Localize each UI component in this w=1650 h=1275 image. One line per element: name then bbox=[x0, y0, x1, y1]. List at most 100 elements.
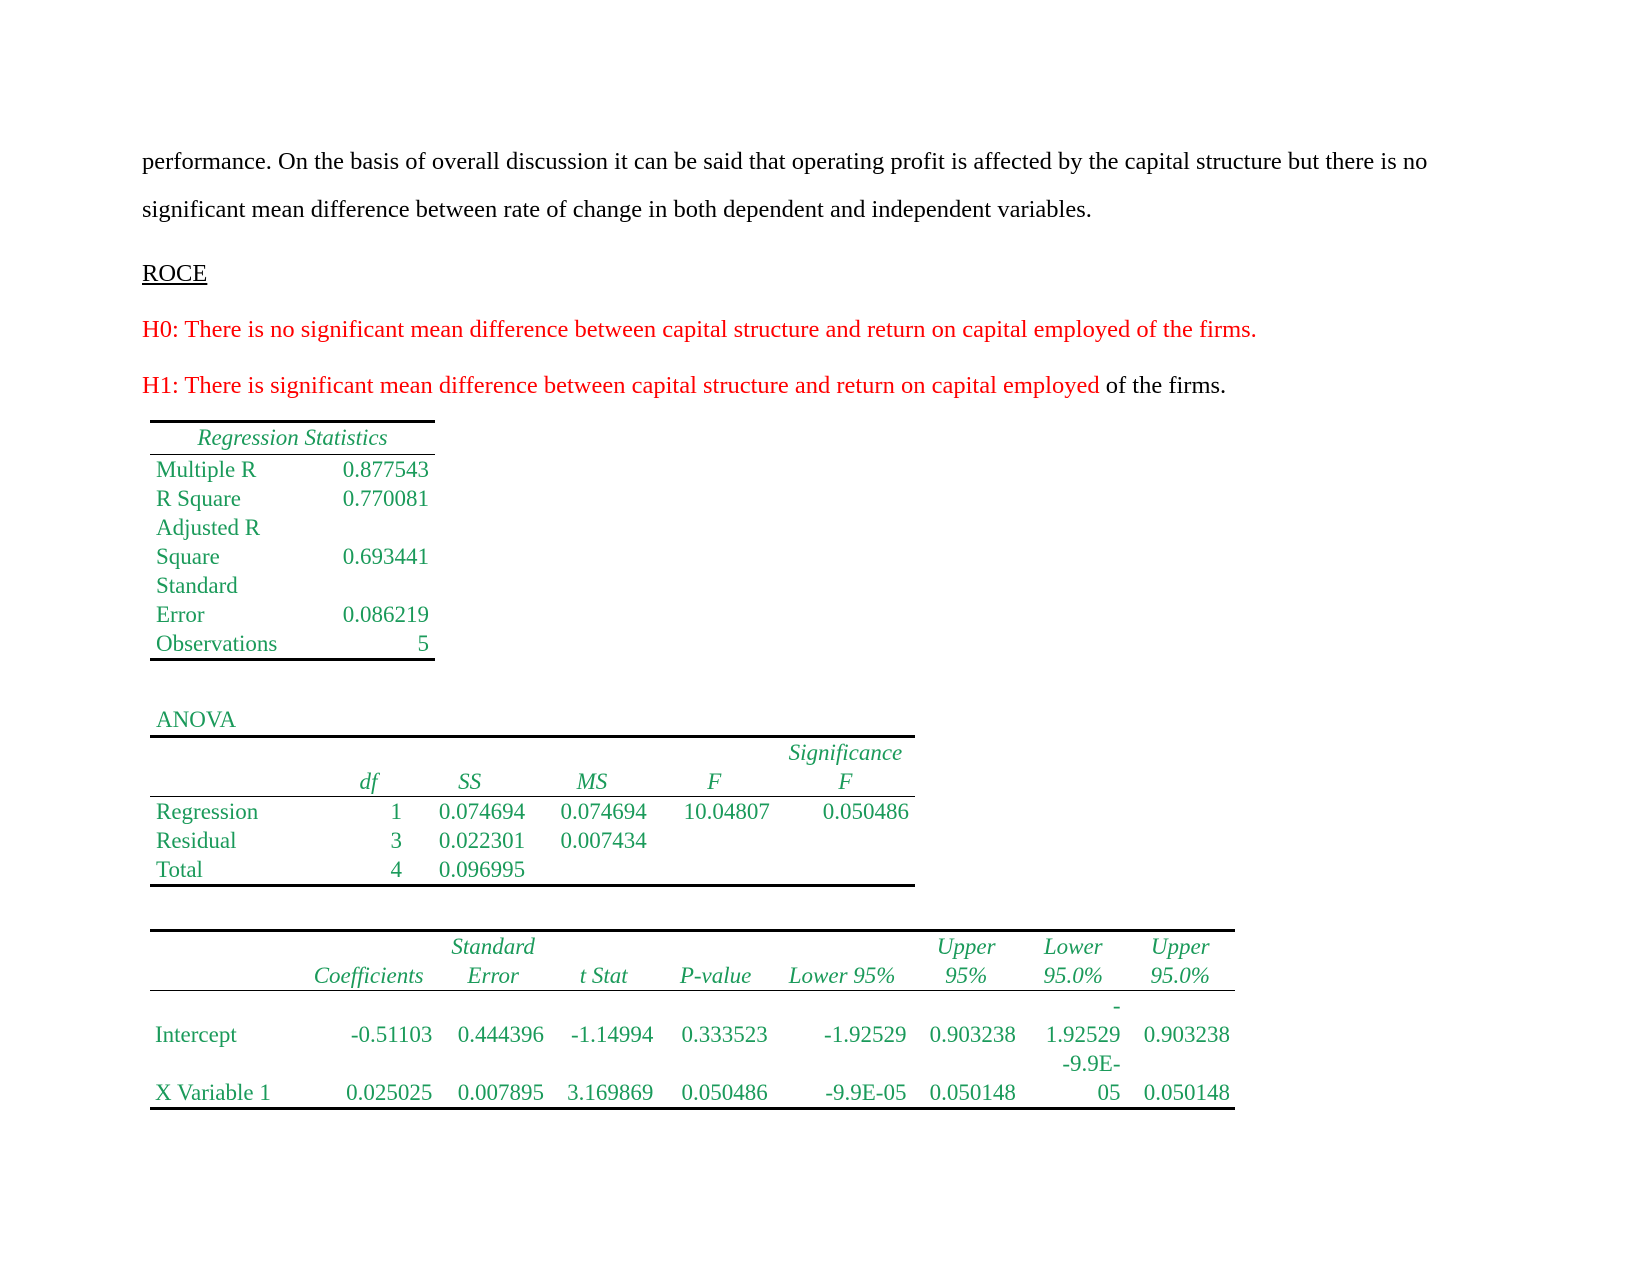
anova-row-significance-f-residual bbox=[776, 826, 915, 855]
coef-row-lower-95-0-intercept-line1: - bbox=[1112, 993, 1121, 1018]
anova-row-source-total: Total bbox=[156, 857, 203, 882]
coef-row-lower-95-0-intercept: - 1.92529 bbox=[1021, 991, 1126, 1050]
table-row: Regression Statistics bbox=[150, 421, 435, 455]
coef-header-p-value-spacer bbox=[658, 931, 772, 962]
anova-section: ANOVA Significance df SS MS F F Regressi… bbox=[150, 705, 1432, 887]
body-paragraph: performance. On the basis of overall dis… bbox=[142, 138, 1432, 234]
coef-row-lower-95-x-variable-1: -9.9E-05 bbox=[825, 1080, 907, 1105]
regstat-value-standard-error: 0.086219 bbox=[342, 602, 429, 627]
anova-row-ms-regression: 0.074694 bbox=[560, 799, 647, 824]
anova-header-f-spacer bbox=[653, 737, 776, 768]
hypothesis-alternative-tail: of the firms. bbox=[1099, 372, 1227, 399]
anova-row-source-regression: Regression bbox=[156, 799, 259, 824]
anova-row-ms-residual: 0.007434 bbox=[560, 828, 647, 853]
coef-header-lower-95: Lower 95% bbox=[772, 961, 912, 991]
document-page: performance. On the basis of overall dis… bbox=[0, 0, 1650, 1275]
hypothesis-null: H0: There is no significant mean differe… bbox=[142, 316, 1257, 343]
coef-row-p-value-x-variable-1: 0.050486 bbox=[681, 1080, 768, 1105]
anova-row-f-regression: 10.04807 bbox=[683, 799, 770, 824]
coef-header-coefficients-spacer bbox=[300, 931, 438, 962]
coef-row-lower-95-0-x-variable-1-line2: 05 bbox=[1097, 1080, 1121, 1105]
table-row: Regression 1 0.074694 0.074694 10.04807 … bbox=[150, 797, 915, 827]
body-paragraph-line-1: performance. On the basis of overall dis… bbox=[142, 148, 1428, 175]
regstat-value-r-square: 0.770081 bbox=[342, 486, 429, 511]
regstat-value-adjusted-r-square: 0.693441 bbox=[342, 544, 429, 569]
anova-header-source bbox=[150, 767, 329, 797]
coef-row-lower-95-0-x-variable-1-line1: -9.9E- bbox=[1062, 1051, 1121, 1076]
coef-row-term-intercept: Intercept bbox=[155, 1022, 237, 1047]
anova-row-source-residual: Residual bbox=[156, 828, 237, 853]
anova-row-df-regression: 1 bbox=[390, 799, 403, 824]
table-row: Total 4 0.096995 bbox=[150, 855, 915, 886]
coef-row-upper-95-intercept: 0.903238 bbox=[929, 1022, 1016, 1047]
anova-row-df-total: 4 bbox=[390, 857, 403, 882]
coef-header-lower-95-0-line1: Lower bbox=[1043, 934, 1103, 959]
regression-statistics-table: Regression Statistics Multiple R 0.87754… bbox=[150, 420, 435, 661]
regstat-label-r-square: R Square bbox=[156, 486, 241, 511]
regression-statistics-title: Regression Statistics bbox=[150, 421, 435, 455]
anova-row-ss-residual: 0.022301 bbox=[438, 828, 526, 853]
coef-header-standard-error-line2: Error bbox=[437, 961, 549, 991]
anova-caption: ANOVA bbox=[156, 707, 237, 732]
table-row: Standard Upper Lower Upper bbox=[150, 930, 1235, 962]
hypothesis-alternative: H1: There is significant mean difference… bbox=[142, 362, 1432, 410]
coef-header-upper-95-0-line1: Upper bbox=[1150, 934, 1210, 959]
table-row: Adjusted R bbox=[150, 513, 435, 542]
coef-row-t-stat-intercept: -1.14994 bbox=[570, 1022, 654, 1047]
table-row: Significance bbox=[150, 736, 915, 768]
coef-row-term-x-variable-1: X Variable 1 bbox=[155, 1080, 271, 1105]
coef-row-upper-95-0-intercept: 0.903238 bbox=[1143, 1022, 1230, 1047]
coef-header-lower-95-spacer bbox=[773, 931, 912, 962]
table-row: X Variable 1 0.025025 0.007895 3.169869 … bbox=[150, 1049, 1235, 1109]
regstat-label-multiple-r: Multiple R bbox=[156, 457, 257, 482]
table-row: Intercept -0.51103 0.444396 -1.14994 0.3… bbox=[150, 991, 1235, 1050]
table-row: df SS MS F F bbox=[150, 767, 915, 797]
coef-header-t-stat: t Stat bbox=[548, 961, 659, 991]
anova-header-ms-spacer bbox=[531, 737, 653, 768]
coef-row-lower-95-intercept: -1.92529 bbox=[824, 1022, 907, 1047]
coefficients-table: Standard Upper Lower Upper Coefficients … bbox=[150, 929, 1235, 1110]
coef-row-coefficient-intercept: -0.51103 bbox=[350, 1022, 433, 1047]
table-row: Observations 5 bbox=[150, 629, 435, 660]
anova-header-significance-f-line2: F bbox=[775, 767, 915, 797]
regstat-value-standard-error-spacer bbox=[320, 571, 435, 600]
regstat-label-adjusted-r-square-line2: Square bbox=[156, 544, 220, 569]
coef-header-p-value: P-value bbox=[658, 961, 773, 991]
anova-header-ss-spacer bbox=[408, 737, 531, 768]
anova-table: Significance df SS MS F F Regression 1 0… bbox=[150, 735, 915, 887]
coef-header-term bbox=[150, 961, 300, 991]
coef-header-upper-95-line1: Upper bbox=[936, 934, 996, 959]
regstat-value-multiple-r: 0.877543 bbox=[342, 457, 429, 482]
coef-row-standard-error-x-variable-1: 0.007895 bbox=[457, 1080, 544, 1105]
hypothesis-alternative-red: H1: There is significant mean difference… bbox=[142, 372, 1100, 399]
coef-header-lower-95-0-line2: 95.0% bbox=[1020, 961, 1126, 991]
coef-row-p-value-intercept: 0.333523 bbox=[681, 1022, 768, 1047]
coef-row-t-stat-x-variable-1: 3.169869 bbox=[567, 1080, 654, 1105]
anova-header-df-spacer bbox=[329, 737, 408, 768]
coef-row-lower-95-0-x-variable-1: -9.9E- 05 bbox=[1021, 1049, 1126, 1109]
table-row: Error 0.086219 bbox=[150, 600, 435, 629]
anova-row-ms-total bbox=[531, 855, 653, 886]
coef-header-standard-error-line1: Standard bbox=[451, 934, 535, 959]
regstat-label-adjusted-r-square-line1: Adjusted R bbox=[156, 515, 261, 540]
anova-row-ss-total: 0.096995 bbox=[438, 857, 526, 882]
coef-header-upper-95-0-line2: 95.0% bbox=[1125, 961, 1235, 991]
anova-header-blank bbox=[150, 737, 329, 768]
anova-header-ms: MS bbox=[531, 767, 653, 797]
anova-row-significance-f-regression: 0.050486 bbox=[822, 799, 909, 824]
regstat-label-observations: Observations bbox=[156, 631, 278, 656]
coef-row-coefficient-x-variable-1: 0.025025 bbox=[346, 1080, 433, 1105]
coef-header-coefficients: Coefficients bbox=[299, 961, 438, 991]
anova-header-f: F bbox=[652, 767, 776, 797]
table-row: Multiple R 0.877543 bbox=[150, 455, 435, 485]
anova-header-ss: SS bbox=[408, 767, 532, 797]
table-row: Standard bbox=[150, 571, 435, 600]
table-row: R Square 0.770081 bbox=[150, 484, 435, 513]
body-paragraph-line-2: significant mean difference between rate… bbox=[142, 196, 1092, 223]
anova-row-f-residual bbox=[653, 826, 776, 855]
coef-header-t-stat-spacer bbox=[549, 931, 658, 962]
coef-header-upper-95-line2: 95% bbox=[911, 961, 1021, 991]
document-content: performance. On the basis of overall dis… bbox=[142, 138, 1432, 1110]
coefficients-section: Standard Upper Lower Upper Coefficients … bbox=[150, 929, 1432, 1110]
regstat-value-observations: 5 bbox=[417, 631, 430, 656]
